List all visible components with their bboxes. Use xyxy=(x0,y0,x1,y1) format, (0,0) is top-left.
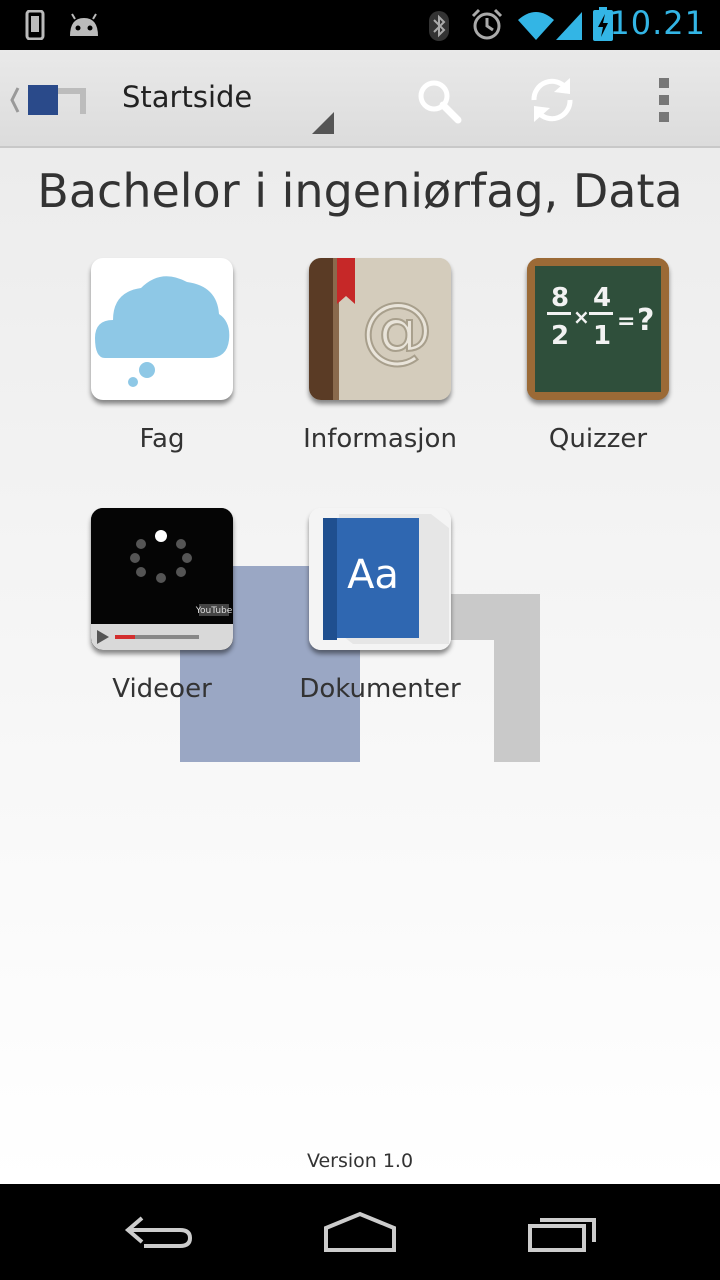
video-player-icon: YouTube xyxy=(91,508,233,650)
navigation-bar xyxy=(0,1184,720,1280)
dictionary-book-icon: Aa xyxy=(309,508,451,650)
tile-label: Videoer xyxy=(112,674,212,704)
version-label: Version 1.0 xyxy=(306,1150,414,1172)
svg-text:×: × xyxy=(573,305,590,329)
alarm-icon xyxy=(471,8,503,40)
tile-dokumenter[interactable]: Aa Dokumenter xyxy=(290,508,470,704)
overflow-menu-icon[interactable] xyxy=(636,72,692,128)
wifi-icon xyxy=(518,12,554,40)
bluetooth-icon xyxy=(429,11,449,41)
svg-text:Aa: Aa xyxy=(347,552,399,598)
svg-text:8: 8 xyxy=(551,283,569,313)
status-bar: 10.21 xyxy=(0,0,720,50)
tile-label: Informasjon xyxy=(303,424,457,454)
tile-quizzer[interactable]: 8 2 × 4 1 = ? Quizzer xyxy=(508,258,688,454)
tile-informasjon[interactable]: @ Informasjon xyxy=(290,258,470,454)
tile-label: Quizzer xyxy=(548,424,648,454)
main-content: Bachelor i ingeniørfag, Data Fag @ Infor… xyxy=(0,148,720,1184)
page-heading: Bachelor i ingeniørfag, Data xyxy=(37,164,683,218)
tile-fag[interactable]: Fag xyxy=(72,258,252,454)
clock: 10.21 xyxy=(609,4,706,42)
logo-watermark xyxy=(180,566,540,762)
tile-label: Dokumenter xyxy=(299,674,461,704)
back-icon[interactable] xyxy=(124,1210,196,1254)
recent-apps-icon[interactable] xyxy=(526,1210,598,1254)
svg-text:?: ? xyxy=(637,303,654,338)
dropdown-triangle-icon[interactable] xyxy=(310,110,336,136)
home-icon[interactable] xyxy=(322,1210,398,1254)
search-icon[interactable] xyxy=(412,72,468,128)
phone-icon xyxy=(25,10,45,40)
page-title-spinner[interactable]: Startside xyxy=(122,80,252,114)
action-bar: Startside xyxy=(0,50,720,148)
svg-text:=: = xyxy=(617,309,635,334)
svg-text:1: 1 xyxy=(593,321,611,351)
svg-text:4: 4 xyxy=(593,283,611,313)
svg-text:YouTube: YouTube xyxy=(195,606,233,616)
refresh-icon[interactable] xyxy=(524,72,580,128)
chalkboard-icon: 8 2 × 4 1 = ? xyxy=(527,258,669,400)
svg-text:@: @ xyxy=(361,287,433,371)
address-book-icon: @ xyxy=(309,258,451,400)
svg-text:2: 2 xyxy=(551,321,569,351)
app-home-up-button[interactable] xyxy=(8,82,92,118)
android-icon xyxy=(70,13,98,36)
cloud-icon xyxy=(91,258,233,400)
tile-label: Fag xyxy=(139,424,185,454)
signal-icon xyxy=(556,12,582,40)
tile-videoer[interactable]: YouTube Videoer xyxy=(72,508,252,704)
